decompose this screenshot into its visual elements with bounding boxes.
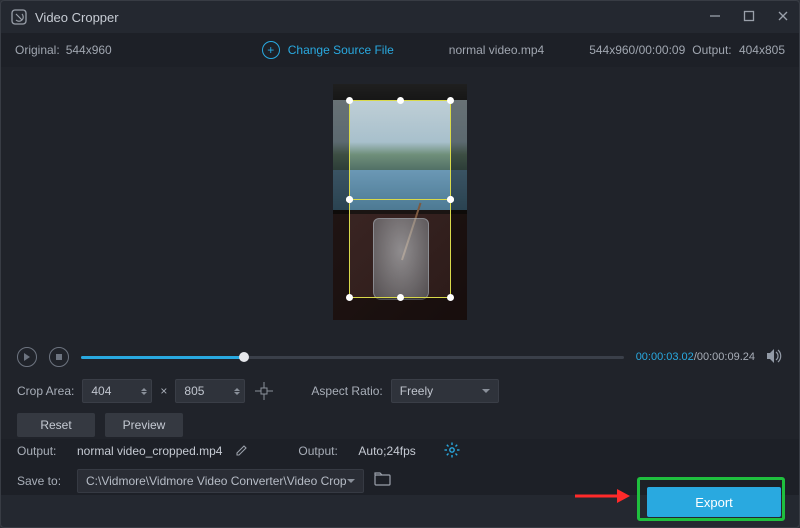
crop-handle[interactable] — [447, 294, 454, 301]
maximize-button[interactable] — [743, 10, 755, 25]
stepper-icon[interactable] — [234, 388, 240, 395]
multiply-symbol: × — [160, 384, 167, 398]
crop-handle[interactable] — [397, 294, 404, 301]
preview-button[interactable]: Preview — [105, 413, 183, 437]
export-button[interactable]: Export — [647, 487, 781, 517]
crop-width-input[interactable]: 404 — [82, 379, 152, 403]
app-icon — [11, 9, 27, 25]
infobar: Original: 544x960 + Change Source File n… — [1, 33, 799, 67]
output-dimensions: Output: 404x805 — [692, 43, 785, 57]
center-crop-button[interactable] — [253, 380, 275, 402]
titlebar: Video Cropper — [1, 1, 799, 33]
crop-rectangle[interactable] — [349, 100, 451, 298]
chevron-down-icon — [482, 389, 490, 393]
window-controls — [709, 10, 789, 25]
seek-slider[interactable] — [81, 356, 624, 359]
volume-icon[interactable] — [767, 349, 783, 366]
minimize-button[interactable] — [709, 10, 721, 25]
stop-button[interactable] — [49, 347, 69, 367]
open-folder-button[interactable] — [374, 472, 392, 489]
video-preview-area — [1, 67, 799, 337]
video-frame[interactable] — [333, 84, 467, 320]
current-filename: normal video.mp4 — [449, 43, 544, 57]
crop-handle[interactable] — [346, 97, 353, 104]
plus-circle-icon: + — [262, 41, 280, 59]
play-button[interactable] — [17, 347, 37, 367]
gear-icon[interactable] — [444, 442, 460, 461]
output-format: Auto;24fps — [358, 444, 415, 458]
chevron-down-icon — [347, 479, 355, 483]
file-dimensions-time: 544x960/00:00:09 — [589, 43, 685, 57]
original-dimensions: 544x960 — [66, 43, 112, 57]
playback-time: 00:00:03.02/00:00:09.24 — [636, 351, 755, 363]
output-file-label: Output: — [17, 444, 67, 458]
crop-controls: Crop Area: 404 × 805 Aspect Ratio: Freel… — [1, 377, 799, 439]
crop-handle[interactable] — [447, 196, 454, 203]
save-to-label: Save to: — [17, 474, 67, 488]
edit-filename-icon[interactable] — [236, 444, 248, 459]
window-title: Video Cropper — [35, 10, 119, 25]
stepper-icon[interactable] — [141, 388, 147, 395]
crop-area-label: Crop Area: — [17, 384, 74, 398]
crop-height-input[interactable]: 805 — [175, 379, 245, 403]
change-source-label: Change Source File — [288, 43, 394, 57]
change-source-button[interactable]: + Change Source File — [262, 41, 394, 59]
crop-handle[interactable] — [346, 196, 353, 203]
crop-handle[interactable] — [397, 97, 404, 104]
output-filename: normal video_cropped.mp4 — [77, 444, 222, 458]
crop-handle[interactable] — [447, 97, 454, 104]
close-button[interactable] — [777, 10, 789, 25]
crop-handle[interactable] — [346, 294, 353, 301]
save-path-select[interactable]: C:\Vidmore\Vidmore Video Converter\Video… — [77, 469, 364, 493]
output-format-label: Output: — [298, 444, 348, 458]
reset-button[interactable]: Reset — [17, 413, 95, 437]
aspect-ratio-select[interactable]: Freely — [391, 379, 499, 403]
playback-bar: 00:00:03.02/00:00:09.24 — [1, 337, 799, 377]
original-label: Original: — [15, 43, 60, 57]
aspect-ratio-label: Aspect Ratio: — [311, 384, 382, 398]
